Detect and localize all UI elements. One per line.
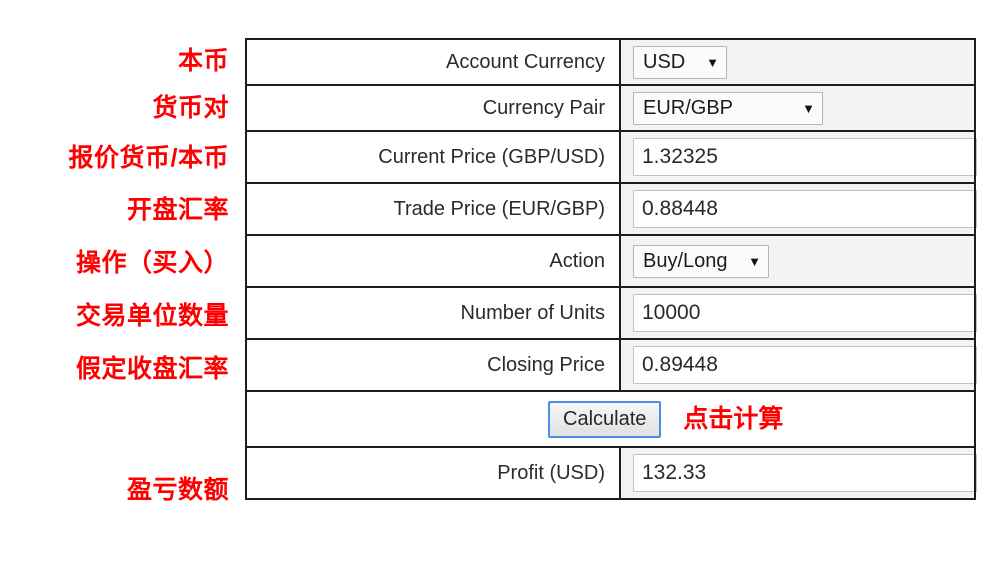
field-cell-trade-price: 0.88448 bbox=[619, 182, 977, 236]
annotation-label: 开盘汇率 bbox=[126, 196, 229, 224]
table-row-result: Profit (USD) 132.33 bbox=[245, 446, 977, 500]
calculate-button[interactable]: Calculate bbox=[548, 400, 662, 438]
chevron-down-icon: ▼ bbox=[748, 253, 761, 269]
calculate-annotation: 点击计算 bbox=[683, 404, 784, 433]
table-row: Account Currency USD ▼ bbox=[245, 38, 976, 86]
number-of-units-input[interactable]: 10000 bbox=[633, 294, 977, 332]
account-currency-select[interactable]: USD ▼ bbox=[633, 45, 727, 79]
field-label-currency-pair: Currency Pair bbox=[245, 84, 621, 132]
annotation-label: 本币 bbox=[177, 46, 229, 75]
current-price-input[interactable]: 1.32325 bbox=[633, 138, 977, 176]
table-row: Closing Price 0.89448 bbox=[245, 338, 977, 392]
profit-output[interactable]: 132.33 bbox=[633, 454, 977, 492]
field-cell-action: Buy/Long ▼ bbox=[619, 234, 976, 288]
forex-profit-calculator-screenshot: 本币 货币对 报价货币/本币 开盘汇率 操作（买入） 交易单位数量 假定收盘汇率… bbox=[0, 0, 998, 565]
field-cell-currency-pair: EUR/GBP ▼ bbox=[619, 84, 976, 132]
calculate-cell: Calculate 点击计算 bbox=[245, 390, 976, 448]
table-row: Number of Units 10000 bbox=[245, 286, 977, 340]
field-label-current-price: Current Price (GBP/USD) bbox=[245, 130, 621, 184]
field-label-number-of-units: Number of Units bbox=[245, 286, 621, 340]
field-cell-current-price: 1.32325 bbox=[619, 130, 977, 184]
table-row: Trade Price (EUR/GBP) 0.88448 bbox=[245, 182, 977, 236]
field-label-profit: Profit (USD) bbox=[245, 446, 621, 500]
annotation-label: 盈亏数额 bbox=[126, 475, 229, 504]
currency-pair-select[interactable]: EUR/GBP ▼ bbox=[633, 91, 823, 125]
chevron-down-icon: ▼ bbox=[706, 54, 719, 70]
calculate-row: Calculate 点击计算 bbox=[245, 390, 976, 448]
annotation-label: 货币对 bbox=[152, 93, 229, 122]
annotation-label: 假定收盘汇率 bbox=[75, 355, 229, 383]
annotation-label: 操作（买入） bbox=[75, 249, 229, 277]
table-row: Action Buy/Long ▼ bbox=[245, 234, 976, 288]
chevron-down-icon: ▼ bbox=[802, 100, 815, 116]
table-row: Currency Pair EUR/GBP ▼ bbox=[245, 84, 976, 132]
annotation-label: 交易单位数量 bbox=[75, 302, 229, 330]
currency-pair-value: EUR/GBP bbox=[643, 97, 734, 119]
annotation-label-spacer bbox=[0, 396, 237, 456]
field-cell-profit: 132.33 bbox=[619, 446, 977, 500]
field-label-trade-price: Trade Price (EUR/GBP) bbox=[245, 182, 621, 236]
field-cell-account-currency: USD ▼ bbox=[619, 38, 976, 86]
annotation-column: 本币 货币对 报价货币/本币 开盘汇率 操作（买入） 交易单位数量 假定收盘汇率… bbox=[0, 38, 237, 524]
field-label-closing-price: Closing Price bbox=[245, 338, 621, 392]
action-select[interactable]: Buy/Long ▼ bbox=[633, 244, 769, 278]
field-label-action: Action bbox=[245, 234, 621, 288]
account-currency-value: USD bbox=[643, 51, 686, 73]
field-cell-closing-price: 0.89448 bbox=[619, 338, 977, 392]
closing-price-input[interactable]: 0.89448 bbox=[633, 346, 977, 384]
action-value: Buy/Long bbox=[643, 250, 728, 272]
field-label-account-currency: Account Currency bbox=[245, 38, 621, 86]
annotation-label: 报价货币/本币 bbox=[68, 143, 229, 172]
table-row: Current Price (GBP/USD) 1.32325 bbox=[245, 130, 977, 184]
calculator-table: Account Currency USD ▼ Currency Pair EUR… bbox=[245, 38, 977, 500]
field-cell-number-of-units: 10000 bbox=[619, 286, 977, 340]
trade-price-input[interactable]: 0.88448 bbox=[633, 190, 977, 228]
